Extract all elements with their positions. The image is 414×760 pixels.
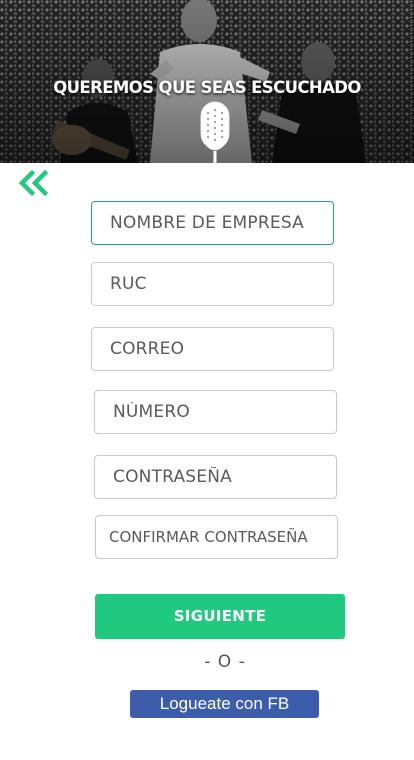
password-input[interactable] (94, 455, 337, 499)
hero-title: QUEREMOS QUE SEAS ESCUCHADO (53, 78, 361, 97)
next-button[interactable]: SIGUIENTE (95, 594, 345, 639)
or-divider: - O - (204, 652, 246, 672)
hero-banner: QUEREMOS QUE SEAS ESCUCHADO (0, 0, 414, 163)
facebook-login-button[interactable]: Logueate con FB (130, 690, 319, 718)
microphone-icon (200, 101, 230, 163)
back-double-chevron-icon[interactable] (18, 170, 52, 198)
phone-input[interactable] (94, 390, 337, 434)
register-screen: QUEREMOS QUE SEAS ESCUCHADO SIGUIENTE (0, 0, 414, 760)
company-name-input[interactable] (91, 201, 334, 245)
confirm-password-input[interactable] (95, 515, 338, 559)
ruc-input[interactable] (91, 262, 334, 306)
email-input[interactable] (91, 327, 334, 371)
